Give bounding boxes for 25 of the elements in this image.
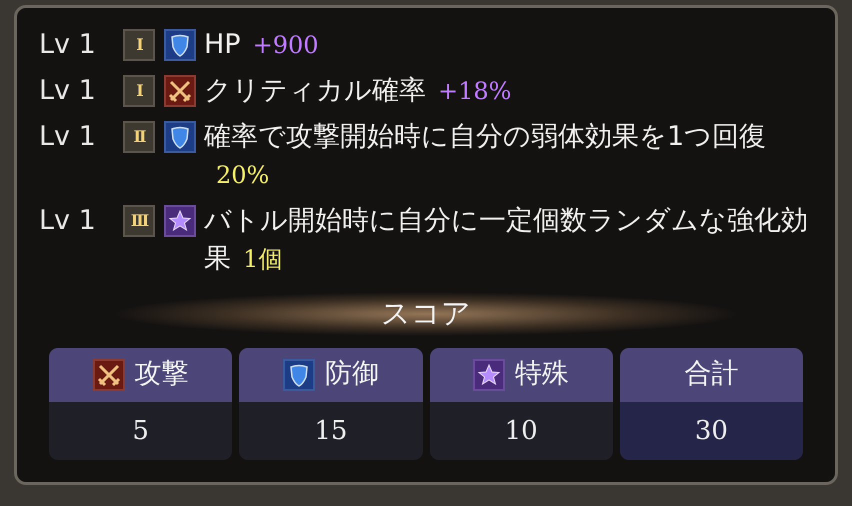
score-label: 合計 (684, 357, 738, 392)
level-label: Lv 1 (39, 28, 97, 62)
score-value: 10 (504, 414, 539, 448)
skill-text: クリティカル確率 +18% (204, 74, 512, 108)
swords-icon (92, 358, 125, 390)
shield-icon (282, 358, 315, 390)
shield-icon (164, 29, 196, 61)
level-label: Lv 1 (39, 204, 97, 238)
score-value: 30 (620, 402, 803, 460)
score-label: 攻撃 (134, 357, 189, 392)
score-value: 15 (313, 414, 348, 448)
score-label: 防御 (324, 357, 379, 392)
skill-text: HP +900 (204, 28, 320, 62)
level-label: Lv 1 (39, 74, 97, 108)
skill-text: バトル開始時に自分に一定個数ランダムな強化効果 1個 (204, 204, 809, 276)
swords-icon (164, 75, 196, 107)
skill-text: 確率で攻撃開始時に自分の弱体効果を1つ回復 20% (204, 120, 768, 191)
shield-icon (164, 121, 196, 153)
score-label: 特殊 (515, 357, 570, 392)
tier-badge: I (123, 75, 155, 107)
score-value: 5 (131, 414, 150, 448)
tier-badge: III (123, 205, 155, 237)
tier-badge: II (123, 121, 155, 153)
tier-badge: I (123, 29, 155, 61)
level-label: Lv 1 (39, 120, 97, 154)
